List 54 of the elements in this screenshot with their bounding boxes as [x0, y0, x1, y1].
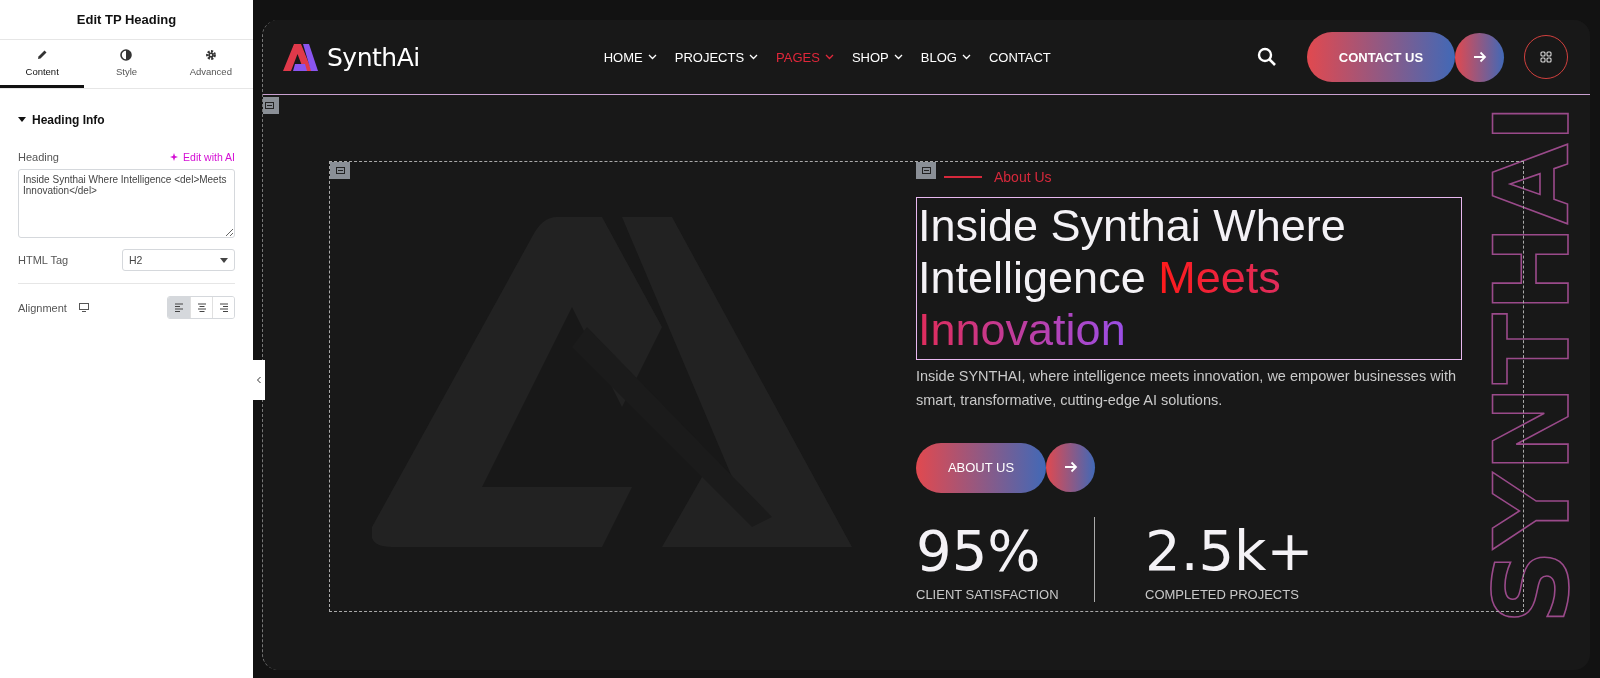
stat-value: 95% [916, 522, 1042, 579]
arrow-right-icon [1472, 51, 1487, 63]
section-title[interactable]: Heading Info [32, 113, 105, 127]
align-left-icon [174, 302, 184, 313]
widget-handle[interactable] [916, 162, 936, 179]
nav-link[interactable]: CONTACT [988, 49, 1051, 65]
dropdown-caret-icon [220, 257, 228, 263]
monitor-icon[interactable] [78, 303, 89, 312]
field-label: Alignment [18, 301, 67, 314]
panel-tab[interactable]: Content [0, 40, 85, 88]
panel-tab[interactable]: Advanced [168, 40, 253, 88]
stat-label: CLIENT SATISFACTION [916, 586, 1060, 602]
field-label: HTML Tag [18, 254, 69, 266]
about-button[interactable]: ABOUT US [916, 442, 1046, 493]
field-label: Heading [18, 151, 59, 163]
widget-icon [264, 102, 274, 109]
hero-description: Inside SYNTHAI, where intelligence meets innovation, we empower businesses with smart, transformative, cutting-edge AI solutions. [916, 366, 1456, 410]
stat-value: 2.5k+ [1145, 522, 1314, 579]
search-icon[interactable] [1257, 47, 1277, 67]
section-handle[interactable] [263, 97, 279, 114]
hero-heading: Inside Synthai Where Intelligence Meets Innovation [916, 197, 1462, 360]
tag-select[interactable]: H2 [122, 249, 235, 271]
arrow-button[interactable] [1046, 442, 1095, 492]
chevron-left-icon [256, 376, 262, 384]
gear-icon [204, 49, 217, 61]
column-handle[interactable] [330, 162, 350, 179]
collapse-handle[interactable] [253, 360, 265, 400]
contact-button[interactable]: CONTACT US [1307, 32, 1455, 82]
caret-icon[interactable] [18, 117, 26, 123]
align-center-icon [196, 302, 207, 313]
widget-icon [921, 167, 931, 174]
ai-edit-link[interactable]: Edit with AI [170, 151, 235, 163]
arrow-button[interactable] [1455, 32, 1504, 82]
logo-icon[interactable] [281, 42, 319, 72]
align-right-icon [218, 302, 229, 313]
widget-icon [335, 167, 345, 174]
align-right-button[interactable] [212, 297, 234, 318]
nav-link[interactable]: HOME [603, 49, 657, 65]
grid-icon [1540, 51, 1552, 63]
stat-label: COMPLETED PROJECTS [1145, 586, 1300, 602]
nav-link[interactable]: SHOP [851, 49, 903, 65]
nav-link[interactable]: BLOG [920, 49, 971, 65]
align-left-button[interactable] [168, 297, 190, 318]
panel-tab[interactable]: Style [84, 40, 169, 88]
contrast-icon [120, 49, 133, 61]
nav-link[interactable]: PROJECTS [674, 49, 759, 65]
vertical-outline-text: SYNTHAI [1480, 103, 1584, 625]
logo-text[interactable]: SynthAi [327, 42, 420, 72]
section-subtitle: About Us [994, 169, 1052, 185]
nav-link[interactable]: PAGES [776, 49, 834, 65]
panel-title: Edit TP Heading [0, 0, 253, 40]
arrow-right-icon [1063, 461, 1078, 474]
heading-textarea[interactable]: Inside Synthai Where Intelligence <del>Meets Innovation</del> [18, 169, 235, 238]
pencil-icon [36, 49, 49, 61]
